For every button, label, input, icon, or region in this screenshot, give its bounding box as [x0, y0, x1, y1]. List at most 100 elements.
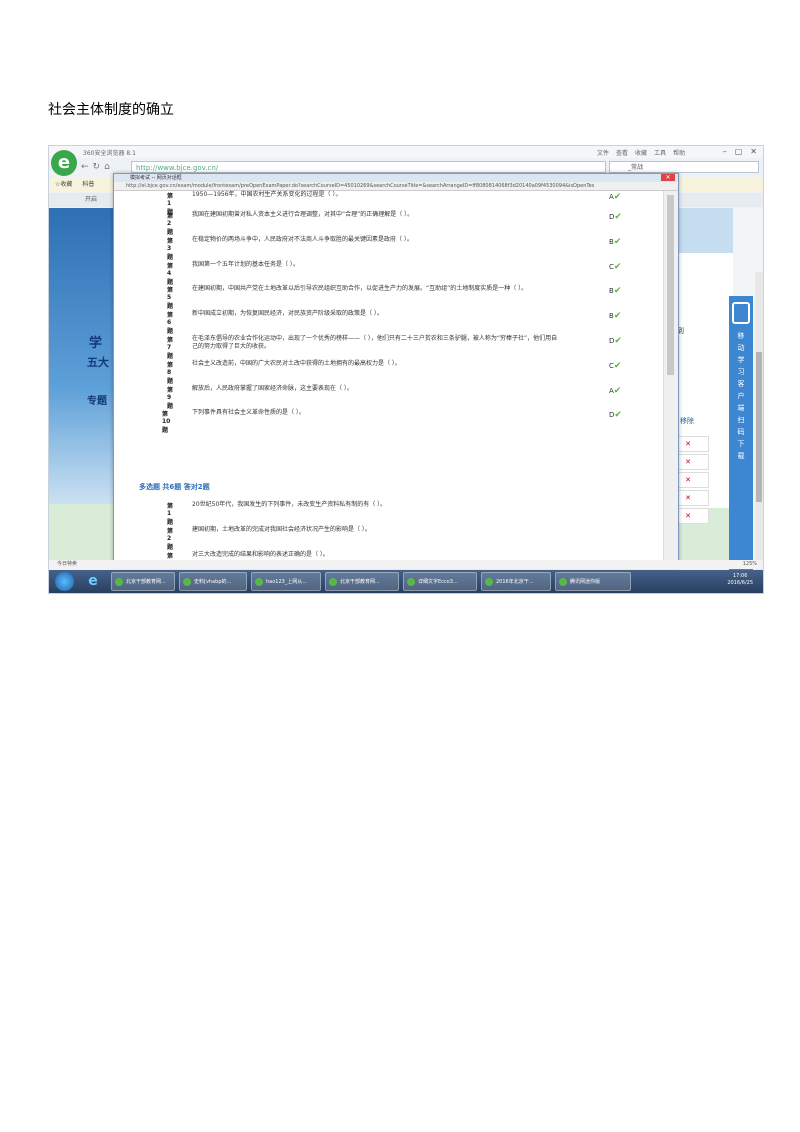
- question-number: 第2题: [167, 213, 174, 236]
- menu-view[interactable]: 查看: [616, 148, 628, 157]
- question-number: 第1题: [167, 503, 174, 526]
- phone-icon: [732, 302, 750, 324]
- taskbar-item[interactable]: 北京干部教育网...: [325, 572, 399, 591]
- dialog-url: http://el.bjce.gov.cn/exam/module/fronte…: [114, 182, 678, 191]
- mobile-char: 下: [737, 440, 745, 448]
- answer-mark: A✔: [609, 192, 621, 202]
- dialog-scroll-thumb[interactable]: [667, 195, 674, 375]
- mobile-char: 码: [737, 428, 745, 436]
- dialog-body: 多选题 共6题 答对2题 第1题 1950—1956年，中国农村生产关系变化的过程…: [114, 191, 662, 566]
- mobile-char: 客: [737, 380, 745, 388]
- page-scrollbar[interactable]: [755, 272, 763, 593]
- mobile-char: 习: [737, 368, 745, 376]
- browser-app-name: 360安全浏览器 8.1: [83, 150, 136, 157]
- search-input[interactable]: _常战: [609, 161, 759, 173]
- question-text: 20世纪50年代，我国发生的下列事件，未改变生产资料私有制的有（ ）。: [192, 501, 387, 508]
- question-text: 在建国初期，中国共产党在土地改革以后引导农民组织互助合作，以促进生产力的发展。“…: [192, 285, 528, 292]
- nav-icons: ←↻⌂: [81, 162, 114, 172]
- tab-item[interactable]: 开启: [85, 196, 97, 203]
- question-text: 解放后，人民政府掌握了国家经济命脉，这主要表现在（ ）。: [192, 385, 353, 392]
- question-text: 建国初期，土地改革的完成对我国社会经济状况产生的影响是（ ）。: [192, 526, 371, 533]
- mobile-char: 动: [737, 344, 745, 352]
- question-number: 第7题: [167, 337, 174, 360]
- check-icon: ✔: [614, 212, 622, 222]
- menu-tools[interactable]: 工具: [654, 148, 666, 157]
- dialog-scrollbar[interactable]: [663, 191, 678, 566]
- mobile-char: 移: [737, 332, 745, 340]
- zoom-level[interactable]: 125%: [743, 560, 757, 569]
- mobile-char: 户: [737, 392, 745, 400]
- menu-favorites[interactable]: 收藏: [635, 148, 647, 157]
- answer-mark: C✔: [609, 262, 621, 272]
- maximize-icon[interactable]: ▢: [735, 147, 743, 156]
- question-text: 1950—1956年，中国农村生产关系变化的过程是（ ）。: [192, 191, 342, 198]
- left-banner: 学 五大 专题: [49, 208, 119, 508]
- dialog-close-icon[interactable]: ✕: [661, 174, 675, 181]
- browser-screenshot: 360安全浏览器 8.1 文件 查看 收藏 工具 帮助 – ▢ ✕ e ←↻⌂ …: [48, 145, 764, 594]
- check-icon: ✔: [613, 192, 622, 202]
- check-icon: ✔: [614, 410, 622, 420]
- menu-help[interactable]: 帮助: [673, 148, 685, 157]
- browser-logo-icon: e: [51, 150, 77, 176]
- question-number: 第8题: [167, 362, 174, 385]
- check-icon: ✔: [613, 237, 622, 247]
- answer-mark: A✔: [609, 386, 621, 396]
- window-controls: – ▢ ✕: [723, 147, 757, 156]
- refresh-icon[interactable]: ↻: [93, 162, 105, 172]
- dialog-title: 模拟考试 -- 网页对话框: [114, 174, 678, 182]
- status-left[interactable]: 今日特卖: [57, 561, 77, 567]
- question-text: 对三大改造完成的结果和影响的表述正确的是（ ）。: [192, 551, 329, 558]
- browser-title-bar: 360安全浏览器 8.1 文件 查看 收藏 工具 帮助 – ▢ ✕: [49, 146, 763, 158]
- back-icon[interactable]: ←: [81, 162, 93, 172]
- exam-dialog: 模拟考试 -- 网页对话框 ✕ http://el.bjce.gov.cn/ex…: [113, 173, 679, 567]
- clock-date: 2016/6/25: [727, 580, 753, 586]
- menu-file[interactable]: 文件: [597, 148, 609, 157]
- answer-mark: D✔: [609, 410, 622, 420]
- taskbar-item[interactable]: 史料[vhabp的...: [179, 572, 247, 591]
- taskbar-item[interactable]: 腾讯网迷你版: [555, 572, 631, 591]
- answer-mark: B✔: [609, 286, 621, 296]
- mobile-char: 端: [737, 404, 745, 412]
- question-number: 第5题: [167, 287, 174, 310]
- check-icon: ✔: [613, 361, 622, 371]
- answer-mark: D✔: [609, 212, 622, 222]
- clock-time: 17:06: [732, 573, 748, 579]
- taskbar-clock[interactable]: 17:06 2016/6/25: [727, 573, 753, 587]
- taskbar-item[interactable]: 北京干部教育网...: [111, 572, 175, 591]
- favorites-item[interactable]: 科普: [82, 181, 94, 188]
- question-text: 下列事件具有社会主义革命性质的是（ ）。: [192, 409, 305, 416]
- start-button-icon[interactable]: [55, 572, 74, 591]
- check-icon: ✔: [613, 262, 622, 272]
- ie-icon[interactable]: e: [85, 573, 101, 589]
- banner-text: 学: [89, 336, 103, 351]
- question-number: 第10题: [162, 411, 171, 434]
- mobile-char: 学: [737, 356, 745, 364]
- taskbar-item[interactable]: 2016年北京干...: [481, 572, 551, 591]
- check-icon: ✔: [613, 386, 622, 396]
- home-icon[interactable]: ⌂: [104, 162, 114, 172]
- taskbar-item[interactable]: 详细文字Ecco3...: [403, 572, 477, 591]
- multi-choice-header: 多选题 共6题 答对2题: [139, 483, 210, 491]
- minimize-icon[interactable]: –: [723, 147, 727, 156]
- answer-mark: B✔: [609, 237, 621, 247]
- question-text: 新中国成立初期，为恢复国民经济，对民族资产阶级采取的政策是（ ）。: [192, 310, 383, 317]
- mobile-app-panel[interactable]: 移 动 学 习 客 户 端 扫 码 下 载 展开: [729, 296, 753, 593]
- answer-mark: C✔: [609, 361, 621, 371]
- scrollbar-thumb[interactable]: [756, 352, 762, 502]
- answer-mark: D✔: [609, 336, 622, 346]
- question-text: 在毛泽东倡导的农业合作化运动中，出现了一个优秀的榜样——（ ），他们只有二十三户…: [192, 335, 558, 350]
- close-icon[interactable]: ✕: [750, 147, 757, 156]
- check-icon: ✔: [614, 336, 622, 346]
- question-text: 社会主义改造前，中国的广大农民对土改中获得的土地拥有的最高权力是（ ）。: [192, 360, 401, 367]
- check-icon: ✔: [613, 286, 622, 296]
- mobile-char: 扫: [737, 416, 745, 424]
- favorites-button[interactable]: ☆收藏: [55, 181, 72, 188]
- check-icon: ✔: [613, 311, 622, 321]
- url-input[interactable]: http://www.bjce.gov.cn/: [131, 161, 606, 173]
- banner-text: 专题: [87, 396, 107, 407]
- mobile-panel-text: 移 动 学 习 客 户 端 扫 码 下 载: [729, 330, 753, 462]
- taskbar-item[interactable]: hao123_上网从...: [251, 572, 321, 591]
- banner-text: 五大: [87, 356, 109, 369]
- status-bar: 今日特卖 125%: [49, 560, 763, 569]
- answer-mark: B✔: [609, 311, 621, 321]
